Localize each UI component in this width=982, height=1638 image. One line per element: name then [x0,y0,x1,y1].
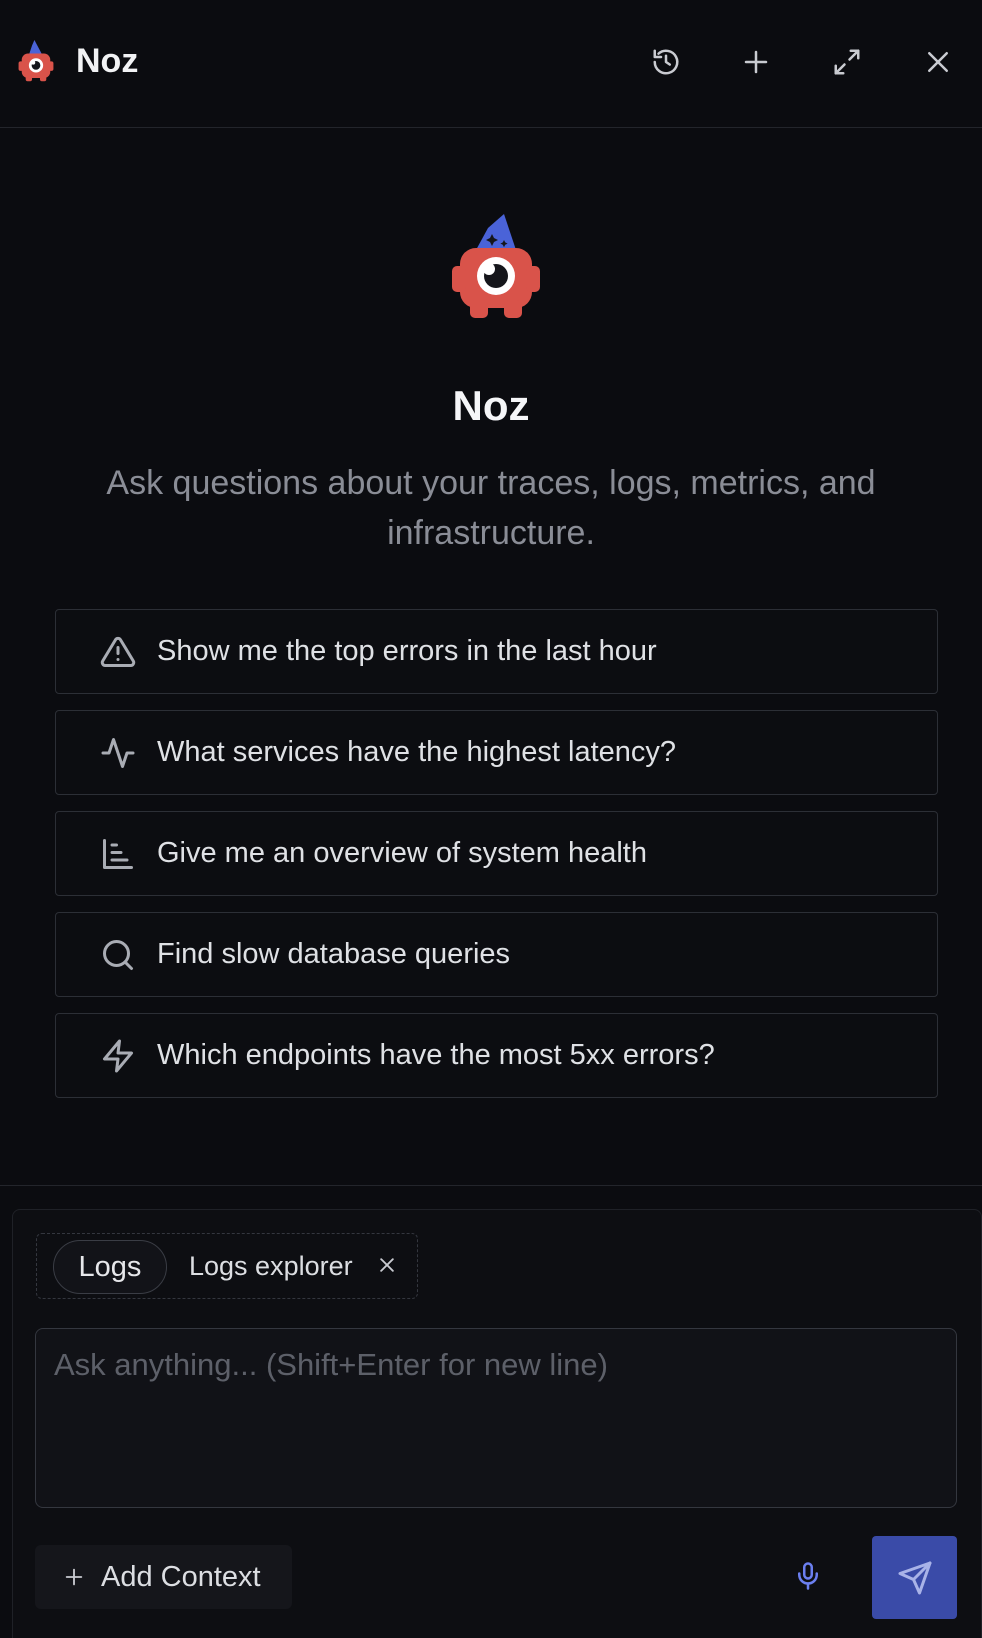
new-chat-button[interactable] [734,40,778,84]
close-button[interactable] [916,40,960,84]
suggestion-label: Give me an overview of system health [157,837,647,869]
activity-icon [99,734,137,772]
suggestion-label: Which endpoints have the most 5xx errors… [157,1039,715,1071]
close-icon [380,1258,394,1272]
maximize-icon [834,49,860,75]
search-icon [99,936,137,974]
history-button[interactable] [644,40,688,84]
hero-title: Noz [452,382,530,429]
suggestion-highest-latency[interactable]: What services have the highest latency? [55,710,938,795]
divider [0,1185,982,1186]
send-button[interactable] [872,1536,957,1619]
panel-header: Noz [0,0,982,128]
remove-context-button[interactable] [374,1252,400,1278]
suggestion-top-errors[interactable]: Show me the top errors in the last hour [55,609,938,694]
suggestion-slow-queries[interactable]: Find slow database queries [55,912,938,997]
suggestion-5xx-errors[interactable]: Which endpoints have the most 5xx errors… [55,1013,938,1098]
hero-subtitle: Ask questions about your traces, logs, m… [106,464,876,552]
suggestion-label: Show me the top errors in the last hour [157,635,657,667]
suggestion-label: Find slow database queries [157,938,511,970]
message-input[interactable] [36,1329,956,1507]
plus-icon [744,50,768,74]
microphone-button[interactable] [786,1554,830,1598]
bar-chart-icon [99,835,137,873]
plus-icon [63,1566,85,1588]
close-icon [928,52,948,72]
suggestion-system-health[interactable]: Give me an overview of system health [55,811,938,896]
suggestion-label: What services have the highest latency? [157,736,677,768]
noz-mascot-hero-icon [452,214,540,318]
add-context-label: Add Context [101,1560,261,1593]
send-icon [898,1561,931,1594]
expand-button[interactable] [825,40,869,84]
suggestion-list: Show me the top errors in the last hour … [55,609,938,1114]
zap-icon [99,1037,137,1075]
header-title: Noz [76,42,139,80]
add-context-button[interactable]: Add Context [35,1545,292,1609]
warning-triangle-icon [99,633,137,671]
context-chip-source[interactable]: Logs [53,1240,167,1294]
history-icon [653,49,679,75]
context-chip-page: Logs explorer [189,1251,353,1281]
message-input-wrapper [35,1328,957,1508]
noz-mascot-icon [18,40,54,82]
microphone-icon [798,1562,818,1590]
assistant-panel: Noz Noz Ask questions about your traces,… [0,0,982,1638]
